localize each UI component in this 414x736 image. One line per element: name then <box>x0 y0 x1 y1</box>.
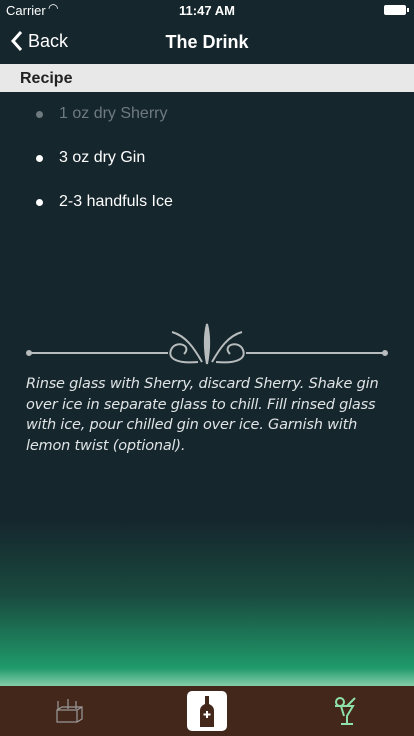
status-bar: Carrier ◠ 11:47 AM <box>0 0 414 20</box>
ingredient-label: 3 oz dry Gin <box>59 149 146 166</box>
tab-bottle[interactable] <box>187 691 227 731</box>
battery-icon <box>384 5 409 15</box>
bottle-icon <box>200 696 214 727</box>
instructions-text: Rinse glass with Sherry, discard Sherry.… <box>26 376 379 455</box>
ingredient-item: 1 oz dry Sherry <box>0 92 414 136</box>
bullet-icon <box>36 198 43 206</box>
background-glow <box>0 520 414 688</box>
bullet-icon <box>36 154 43 162</box>
cocktail-icon <box>335 697 356 725</box>
page-title: The Drink <box>165 32 249 52</box>
tab-bar <box>0 686 414 736</box>
ingredient-label: 2-3 handfuls Ice <box>59 193 173 210</box>
ornament-divider-icon <box>26 323 388 365</box>
ingredient-item: 3 oz dry Gin <box>0 136 414 180</box>
ingredient-label: 1 oz dry Sherry <box>59 105 168 122</box>
ingredient-list: 1 oz dry Sherry 3 oz dry Gin 2-3 handful… <box>0 92 414 224</box>
tab-cocktail[interactable] <box>325 691 365 731</box>
section-header-recipe: Recipe <box>0 64 414 92</box>
ingredient-item: 2-3 handfuls Ice <box>0 180 414 224</box>
navigation-bar: Back The Drink <box>0 20 414 64</box>
bottle-crate-icon <box>56 699 83 723</box>
bullet-icon <box>36 110 43 118</box>
tab-bottle-crate[interactable] <box>49 691 89 731</box>
status-time: 11:47 AM <box>179 3 235 18</box>
